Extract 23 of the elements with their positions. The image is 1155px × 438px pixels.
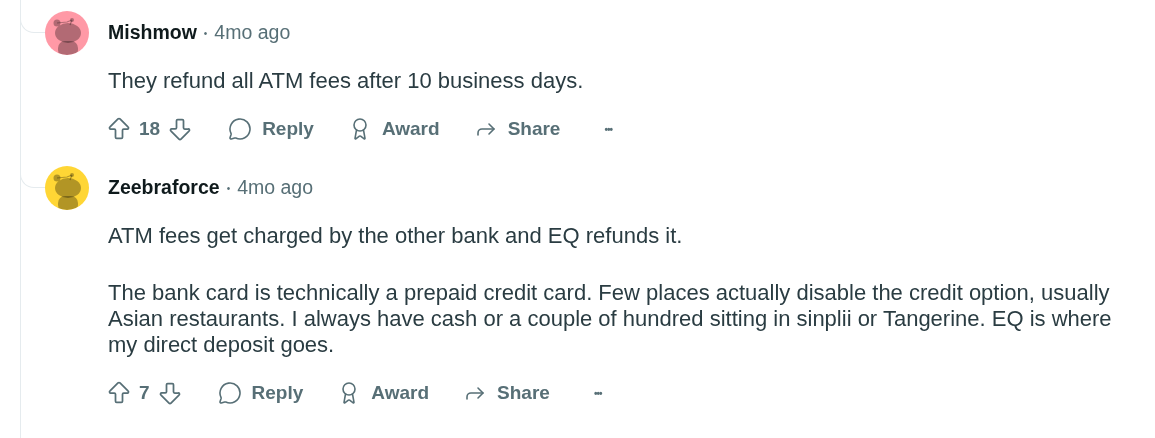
award-button[interactable]: Award [347, 114, 440, 144]
reply-button[interactable]: Reply [228, 114, 314, 144]
timestamp: 4mo ago [214, 20, 291, 46]
avatar[interactable] [45, 166, 89, 210]
comment-text: ATM fees get charged by the other bank and EQ refunds it. [108, 223, 684, 249]
separator-dot: • [203, 26, 208, 41]
username[interactable]: Zeebraforce [108, 173, 220, 203]
more-options-button[interactable]: ••• [593, 385, 602, 401]
speech-bubble-icon [217, 381, 242, 405]
separator-dot: • [226, 181, 231, 196]
share-button[interactable]: Share [463, 378, 550, 408]
share-button[interactable]: Share [473, 114, 561, 144]
avatar[interactable] [45, 11, 89, 55]
reply-button[interactable]: Reply [217, 378, 304, 408]
vote-count: 18 [139, 116, 161, 141]
comment-text: They refund all ATM fees after 10 business days. [108, 68, 585, 94]
vote-count: 7 [139, 380, 150, 405]
award-button[interactable]: Award [337, 378, 430, 408]
comment-text: The bank card is technically a prepaid credit card. Few places actually disable the credit option, usually Asian restaurants. I always have cash or a couple of hundred sitting in sinplii or Tangerine. EQ is where my direct deposit goes. [108, 280, 1113, 358]
more-options-button[interactable]: ••• [604, 121, 612, 137]
username[interactable]: Mishmow [108, 18, 197, 48]
speech-bubble-icon [228, 117, 253, 141]
timestamp: 4mo ago [237, 175, 314, 201]
